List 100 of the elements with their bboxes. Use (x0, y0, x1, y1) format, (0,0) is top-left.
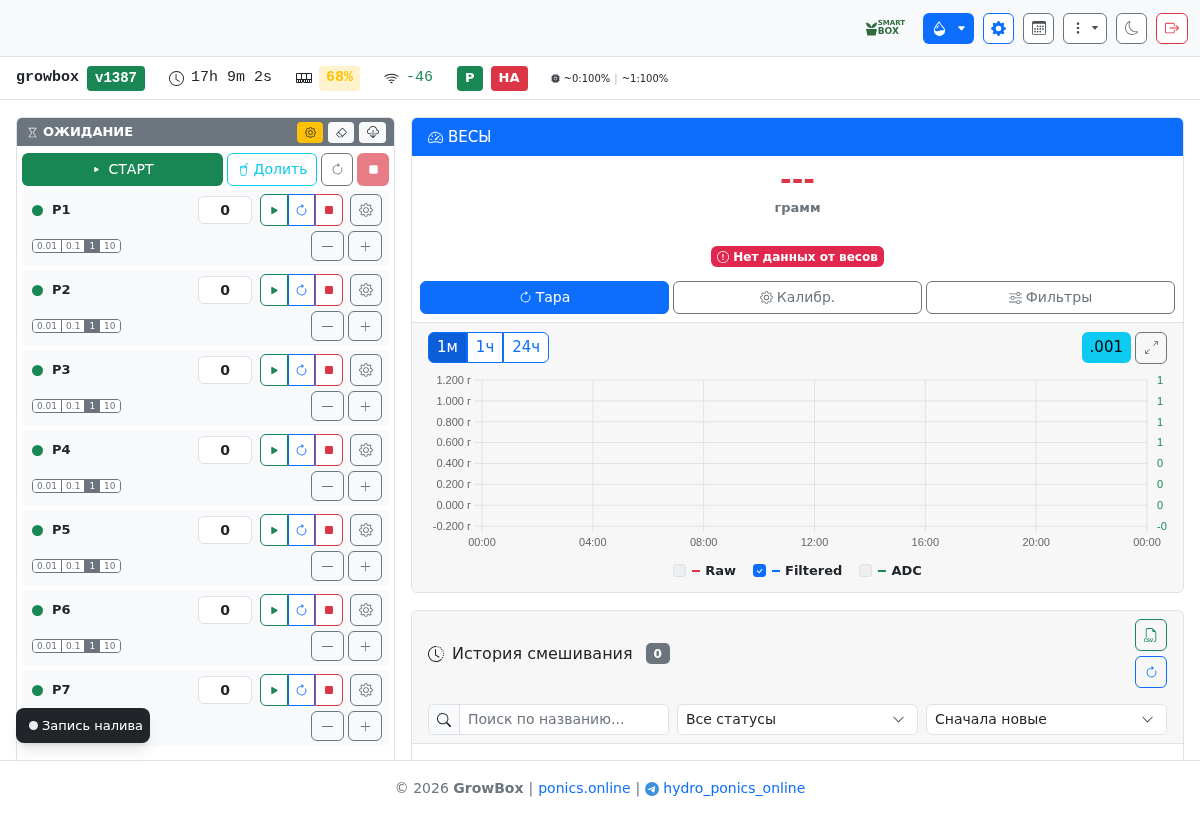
step-option[interactable]: 1 (84, 240, 100, 252)
range-tab[interactable]: 1м (428, 332, 467, 363)
play-button[interactable] (260, 594, 288, 626)
reset-button[interactable] (288, 434, 315, 466)
step-option[interactable]: 0.01 (33, 640, 62, 652)
dose-input[interactable]: 0 (198, 436, 252, 464)
range-tab[interactable]: 1ч (466, 332, 504, 363)
play-button[interactable] (260, 674, 288, 706)
decrease-button[interactable] (311, 471, 344, 501)
filter-select[interactable]: Сначала новые (926, 704, 1167, 735)
logout-button[interactable] (1156, 12, 1188, 44)
pump-settings-button[interactable] (350, 594, 382, 626)
play-button[interactable] (260, 354, 288, 386)
increase-button[interactable] (348, 631, 382, 661)
dose-input[interactable]: 0 (198, 676, 252, 704)
dose-input[interactable]: 0 (198, 596, 252, 624)
step-option[interactable]: 1 (84, 640, 100, 652)
step-option[interactable]: 10 (99, 320, 120, 332)
dose-input[interactable]: 0 (198, 276, 252, 304)
step-option[interactable]: 10 (99, 400, 120, 412)
droplet-dropdown-button[interactable] (923, 12, 974, 44)
pump-settings-button[interactable] (350, 354, 382, 386)
precision-button[interactable]: .001 (1081, 332, 1131, 363)
step-option[interactable]: 1 (84, 480, 100, 492)
step-option[interactable]: 10 (99, 480, 120, 492)
decrease-button[interactable] (311, 231, 344, 261)
pump-settings-button[interactable] (350, 194, 382, 226)
decrease-button[interactable] (311, 391, 344, 421)
increase-button[interactable] (348, 311, 382, 341)
filter-select[interactable]: Все статусы (677, 704, 918, 735)
pump-settings-button[interactable] (350, 274, 382, 306)
step-option[interactable]: 0.1 (61, 400, 85, 412)
decrease-button[interactable] (311, 551, 344, 581)
step-option[interactable]: 0.1 (61, 560, 85, 572)
decrease-button[interactable] (311, 631, 344, 661)
settings-button[interactable] (983, 12, 1014, 44)
reset-button[interactable] (288, 194, 315, 226)
calendar-button[interactable] (1023, 12, 1054, 44)
stop-button[interactable] (315, 434, 343, 466)
stop-button[interactable] (315, 354, 343, 386)
step-option[interactable]: 0.01 (33, 400, 62, 412)
step-option[interactable]: 0.1 (61, 640, 85, 652)
reset-button[interactable] (288, 674, 315, 706)
play-button[interactable] (260, 514, 288, 546)
increase-button[interactable] (348, 711, 382, 741)
step-option[interactable]: 10 (99, 560, 120, 572)
decrease-button[interactable] (311, 311, 344, 341)
dose-input[interactable]: 0 (198, 196, 252, 224)
increase-button[interactable] (348, 551, 382, 581)
step-option[interactable]: 1 (84, 400, 100, 412)
more-menu-button[interactable] (1063, 12, 1107, 44)
step-option[interactable]: 0.01 (33, 320, 62, 332)
step-option[interactable]: 0.01 (33, 560, 62, 572)
reset-button[interactable] (288, 514, 315, 546)
pump-settings-button[interactable] (350, 674, 382, 706)
reset-button[interactable] (288, 274, 315, 306)
eraser-button[interactable] (328, 121, 354, 143)
start-button[interactable]: СТАРТ (22, 153, 223, 186)
csv-export-button[interactable] (1135, 619, 1167, 651)
play-button[interactable] (260, 434, 288, 466)
step-option[interactable]: 1 (84, 320, 100, 332)
legend-checkbox[interactable] (753, 564, 766, 578)
stop-button[interactable] (315, 594, 343, 626)
step-option[interactable]: 0.01 (33, 480, 62, 492)
search-field[interactable]: Поиск по названию... (428, 704, 669, 735)
reset-button[interactable] (288, 354, 315, 386)
calibrate-button[interactable]: Калибр. (673, 281, 922, 314)
decrease-button[interactable] (311, 711, 344, 741)
step-option[interactable]: 10 (99, 240, 120, 252)
tare-button[interactable]: Тара (420, 281, 669, 314)
play-button[interactable] (260, 194, 288, 226)
refresh-button[interactable] (1135, 656, 1167, 688)
pump-settings-button[interactable] (350, 434, 382, 466)
play-button[interactable] (260, 274, 288, 306)
increase-button[interactable] (348, 391, 382, 421)
stop-button[interactable] (315, 674, 343, 706)
step-option[interactable]: 10 (99, 640, 120, 652)
footer-link[interactable]: hydro_ponics_online (663, 778, 806, 799)
stop-button[interactable] (315, 194, 343, 226)
footer-link[interactable]: ponics.online (538, 778, 631, 799)
expand-button[interactable] (1135, 331, 1167, 364)
step-option[interactable]: 0.1 (61, 320, 85, 332)
step-option[interactable]: 1 (84, 560, 100, 572)
increase-button[interactable] (348, 471, 382, 501)
settings-button[interactable] (297, 121, 323, 143)
dose-input[interactable]: 0 (198, 356, 252, 384)
theme-toggle-button[interactable] (1116, 12, 1147, 44)
step-option[interactable]: 0.01 (33, 240, 62, 252)
reset-button[interactable] (288, 594, 315, 626)
cloud-download-button[interactable] (359, 121, 386, 143)
step-option[interactable]: 0.1 (61, 480, 85, 492)
stop-button[interactable] (315, 514, 343, 546)
increase-button[interactable] (348, 231, 382, 261)
filters-button[interactable]: Фильтры (926, 281, 1175, 314)
dose-input[interactable]: 0 (198, 516, 252, 544)
step-option[interactable]: 0.1 (61, 240, 85, 252)
pump-settings-button[interactable] (350, 514, 382, 546)
range-tab[interactable]: 24ч (503, 332, 550, 363)
reset-button[interactable] (321, 153, 353, 186)
stop-button[interactable] (315, 274, 343, 306)
